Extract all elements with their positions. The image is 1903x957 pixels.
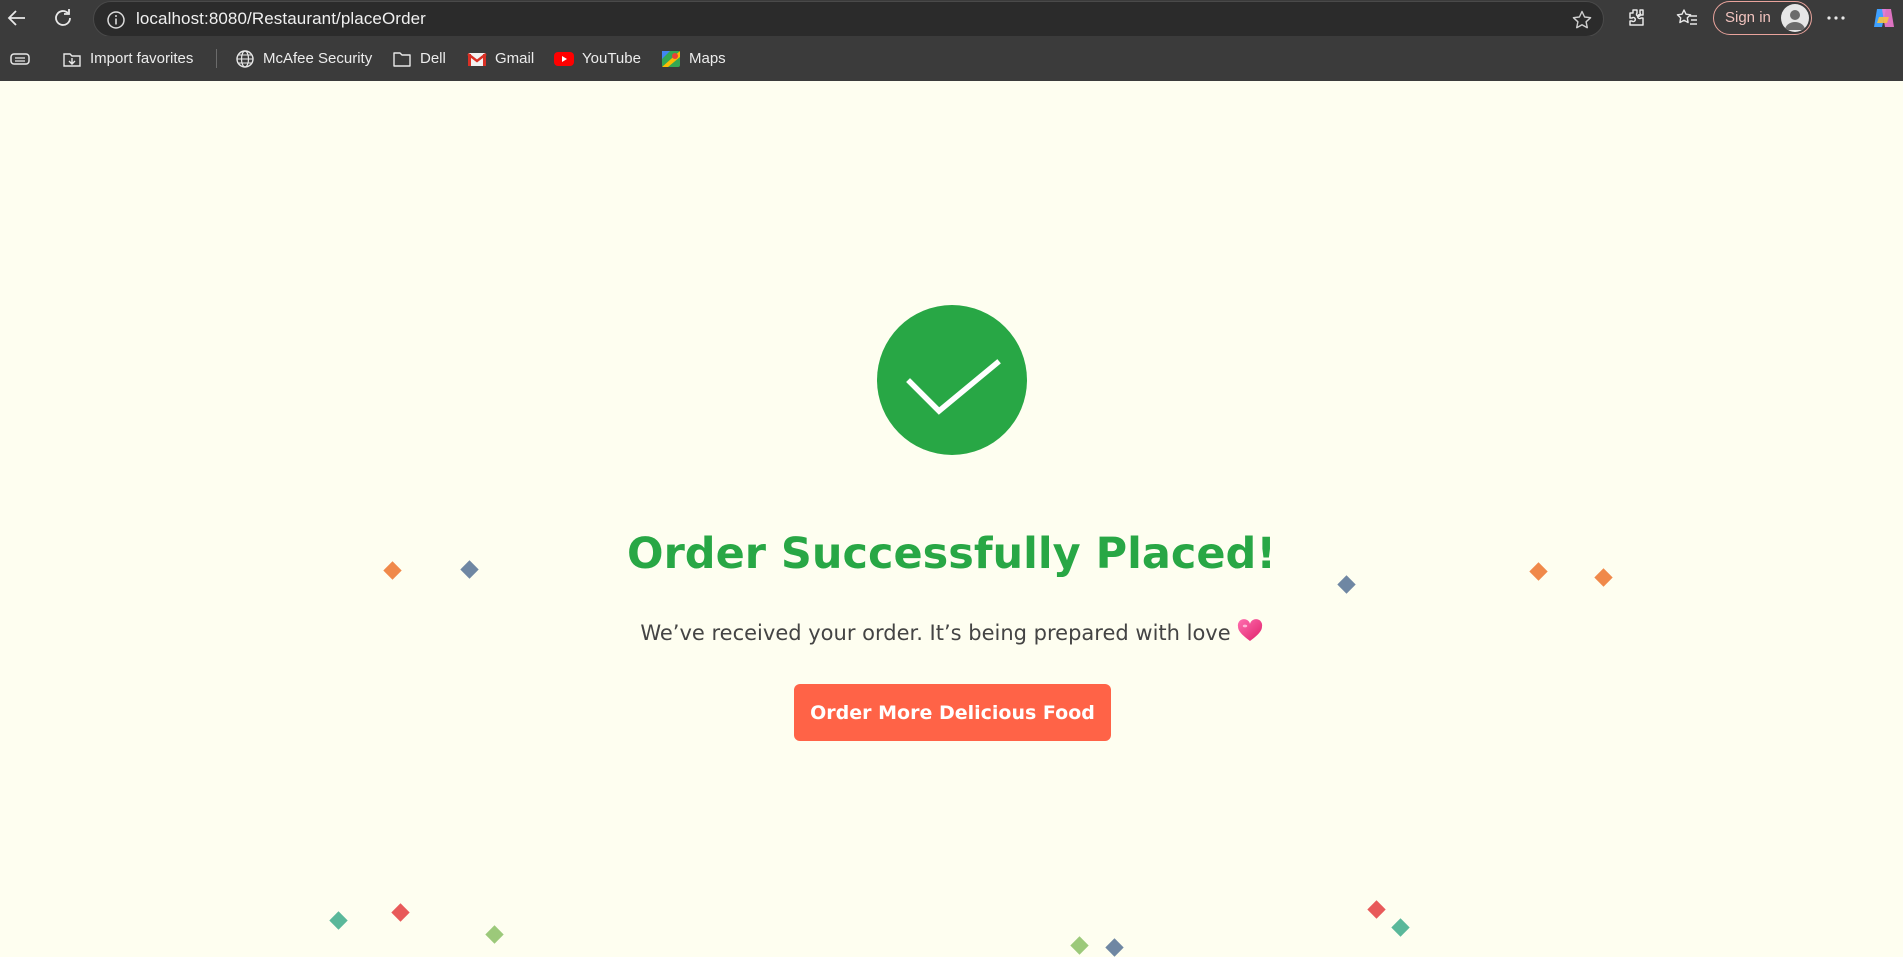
confetti-piece [485,925,504,944]
sign-in-label: Sign in [1725,9,1771,26]
maps-icon [661,49,681,69]
bookmark-import-favorites[interactable]: Import favorites [62,36,193,81]
confetti-piece [329,911,348,930]
confetti-piece [1105,938,1124,957]
import-icon [62,49,82,69]
bookmark-label: Import favorites [90,50,194,67]
extensions-icon[interactable] [1622,4,1650,32]
order-more-button[interactable]: Order More Delicious Food [794,684,1111,741]
url-text[interactable]: localhost:8080/Restaurant/placeOrder [136,2,426,36]
tab-actions-icon-glyph [10,49,30,69]
bookmark-dell[interactable]: Dell [392,36,446,81]
heart-icon [1237,619,1263,650]
bookmark-label: McAfee Security [263,50,373,67]
sign-in-button[interactable]: Sign in [1713,1,1812,35]
more-icon[interactable] [1822,4,1850,32]
address-bar[interactable]: localhost:8080/Restaurant/placeOrder [93,1,1604,37]
bookmark-gmail[interactable]: Gmail [467,36,534,81]
page-content: Order Successfully Placed! We’ve receive… [0,81,1903,957]
bookmark-label: Gmail [495,50,535,67]
folder-icon [392,49,412,69]
globe-icon [235,49,255,69]
browser-toolbar: localhost:8080/Restaurant/placeOrder Sig… [0,0,1903,37]
bookmark-mcafee-security[interactable]: McAfee Security [235,36,372,81]
copilot-icon[interactable] [1870,4,1898,32]
add-favorite-star-icon[interactable] [1571,9,1593,31]
bookmarks-divider [216,49,217,68]
back-icon[interactable] [3,4,31,32]
favorites-icon[interactable] [1673,4,1701,32]
youtube-icon [554,49,574,69]
bookmark-label: Dell [420,50,446,67]
bookmarks-bar: Import favorites McAfee Security Dell Gm… [0,36,1903,81]
page-title: Order Successfully Placed! [627,529,1276,579]
confirmation-message-text: We’ve received your order. It’s being pr… [640,621,1231,645]
bookmark-maps[interactable]: Maps [661,36,726,81]
confetti-piece [1070,936,1089,955]
tab-actions-icon[interactable] [10,36,38,81]
bookmark-label: Maps [689,50,726,67]
confetti-piece [1391,918,1410,937]
gmail-icon [467,49,487,69]
refresh-icon[interactable] [49,4,77,32]
confetti-piece [1367,900,1386,919]
site-info-icon[interactable] [106,10,126,30]
success-check-icon [877,305,1027,455]
avatar-icon [1781,4,1809,32]
confirmation-message: We’ve received your order. It’s being pr… [0,619,1903,650]
confetti-piece [391,903,410,922]
bookmark-label: YouTube [582,50,641,67]
bookmark-youtube[interactable]: YouTube [554,36,641,81]
